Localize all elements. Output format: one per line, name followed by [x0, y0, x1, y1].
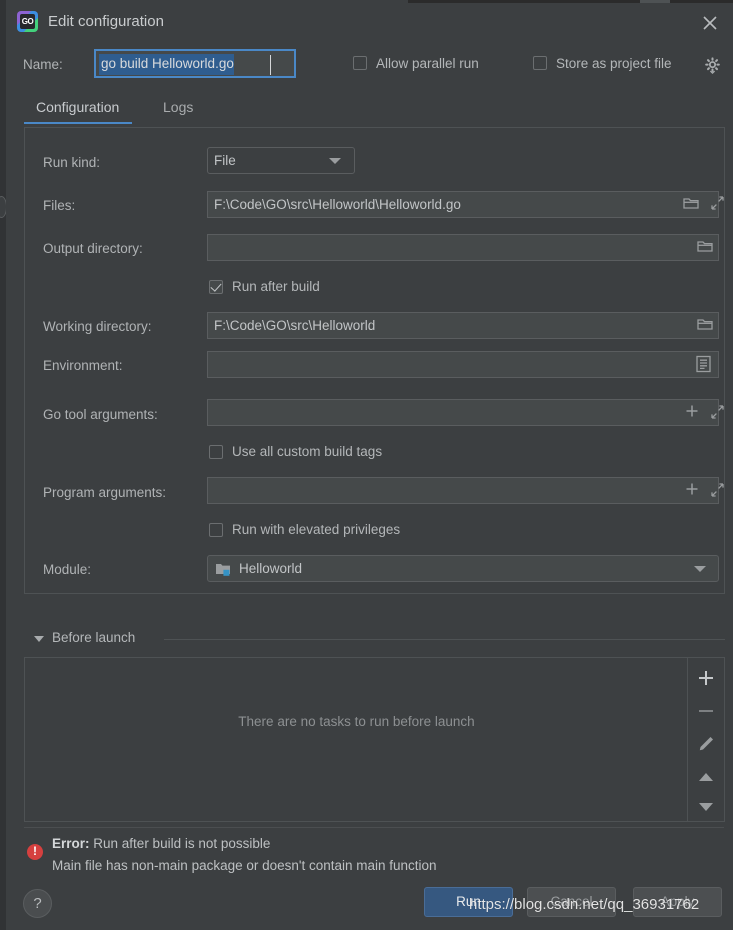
allow-parallel-run-label: Allow parallel run	[376, 56, 479, 71]
module-label: Module:	[43, 562, 92, 577]
remove-icon[interactable]	[694, 699, 718, 723]
close-icon[interactable]	[698, 11, 722, 35]
run-kind-value: File	[214, 153, 236, 168]
working-directory-value: F:\Code\GO\src\Helloworld	[214, 318, 376, 333]
dialog-titlebar: GO Edit configuration	[6, 3, 733, 43]
before-launch-divider	[164, 639, 725, 640]
move-down-icon[interactable]	[694, 795, 718, 819]
files-input[interactable]: F:\Code\GO\src\Helloworld\Helloworld.go	[207, 191, 719, 218]
configuration-panel: Run kind: File Files: F:\Code\GO\src\Hel…	[24, 127, 725, 594]
expand-icon[interactable]	[710, 196, 725, 213]
add-icon-program-args[interactable]	[685, 482, 699, 499]
footer-divider	[24, 827, 724, 828]
add-icon-go-tool[interactable]	[685, 404, 699, 421]
chevron-down-icon	[329, 158, 341, 164]
help-button[interactable]: ?	[23, 889, 52, 918]
before-launch-empty-text: There are no tasks to run before launch	[238, 714, 475, 729]
module-folder-icon	[215, 562, 232, 580]
working-directory-label: Working directory:	[43, 319, 152, 334]
program-arguments-input[interactable]	[207, 477, 719, 504]
before-launch-title: Before launch	[52, 630, 136, 645]
move-up-icon[interactable]	[694, 765, 718, 789]
browse-folder-icon-output[interactable]	[697, 239, 713, 256]
error-title: Error:	[52, 836, 90, 851]
error-icon	[27, 843, 43, 860]
edit-configuration-dialog: GO Edit configuration Name: go build Hel…	[6, 3, 733, 930]
name-row: Name: go build Helloworld.go Allow paral…	[6, 49, 733, 89]
files-label: Files:	[43, 198, 76, 213]
module-select[interactable]: Helloworld	[207, 555, 719, 582]
tab-configuration[interactable]: Configuration	[23, 99, 133, 124]
name-input[interactable]: go build Helloworld.go	[94, 49, 296, 78]
use-all-custom-build-tags-checkbox[interactable]	[209, 445, 223, 459]
output-directory-input[interactable]	[207, 234, 719, 261]
error-line1: Run after build is not possible	[93, 836, 271, 851]
add-icon[interactable]	[694, 666, 718, 690]
error-title-line: Error: Run after build is not possible	[52, 836, 270, 851]
text-caret	[270, 55, 271, 75]
environment-label: Environment:	[43, 358, 123, 373]
allow-parallel-run-checkbox[interactable]	[353, 56, 367, 70]
name-label: Name:	[23, 57, 63, 72]
files-value: F:\Code\GO\src\Helloworld\Helloworld.go	[214, 197, 461, 212]
run-with-elevated-privileges-label: Run with elevated privileges	[232, 522, 401, 537]
gear-icon[interactable]	[704, 57, 721, 74]
go-tool-arguments-input[interactable]	[207, 399, 719, 426]
dialog-tabs: Configuration Logs	[6, 95, 733, 128]
go-tool-arguments-label: Go tool arguments:	[43, 407, 158, 422]
run-kind-label: Run kind:	[43, 155, 101, 170]
run-after-build-checkbox[interactable]	[209, 280, 223, 294]
environment-variables-icon[interactable]	[695, 355, 712, 376]
goland-icon-label: GO	[20, 14, 35, 29]
expand-icon-program-args[interactable]	[710, 483, 725, 500]
use-all-custom-build-tags-label: Use all custom build tags	[232, 444, 383, 459]
name-input-value: go build Helloworld.go	[99, 54, 234, 75]
before-launch-toolbar	[687, 658, 724, 821]
run-with-elevated-privileges-checkbox[interactable]	[209, 523, 223, 537]
edit-pencil-icon[interactable]	[694, 732, 718, 756]
run-after-build-label: Run after build	[232, 279, 320, 294]
collapse-arrow-icon[interactable]	[34, 636, 44, 642]
run-kind-select[interactable]: File	[207, 147, 355, 174]
watermark: https://blog.csdn.net/qq_36931762	[469, 896, 700, 913]
browse-folder-icon-working[interactable]	[697, 317, 713, 334]
program-arguments-label: Program arguments:	[43, 485, 167, 500]
before-launch-header: Before launch	[24, 629, 725, 649]
tab-logs[interactable]: Logs	[163, 99, 193, 123]
working-directory-input[interactable]: F:\Code\GO\src\Helloworld	[207, 312, 719, 339]
goland-icon: GO	[17, 11, 38, 32]
browse-folder-icon[interactable]	[683, 196, 699, 213]
before-launch-task-list[interactable]: There are no tasks to run before launch	[24, 657, 725, 822]
environment-input[interactable]	[207, 351, 719, 378]
store-as-project-file-checkbox[interactable]	[533, 56, 547, 70]
expand-icon-go-tool[interactable]	[710, 405, 725, 422]
module-value: Helloworld	[239, 561, 303, 576]
error-line2: Main file has non-main package or doesn'…	[52, 858, 437, 873]
output-directory-label: Output directory:	[43, 241, 143, 256]
store-as-project-file-label: Store as project file	[556, 56, 672, 71]
dialog-title: Edit configuration	[48, 13, 164, 30]
chevron-down-icon-module	[694, 566, 706, 572]
